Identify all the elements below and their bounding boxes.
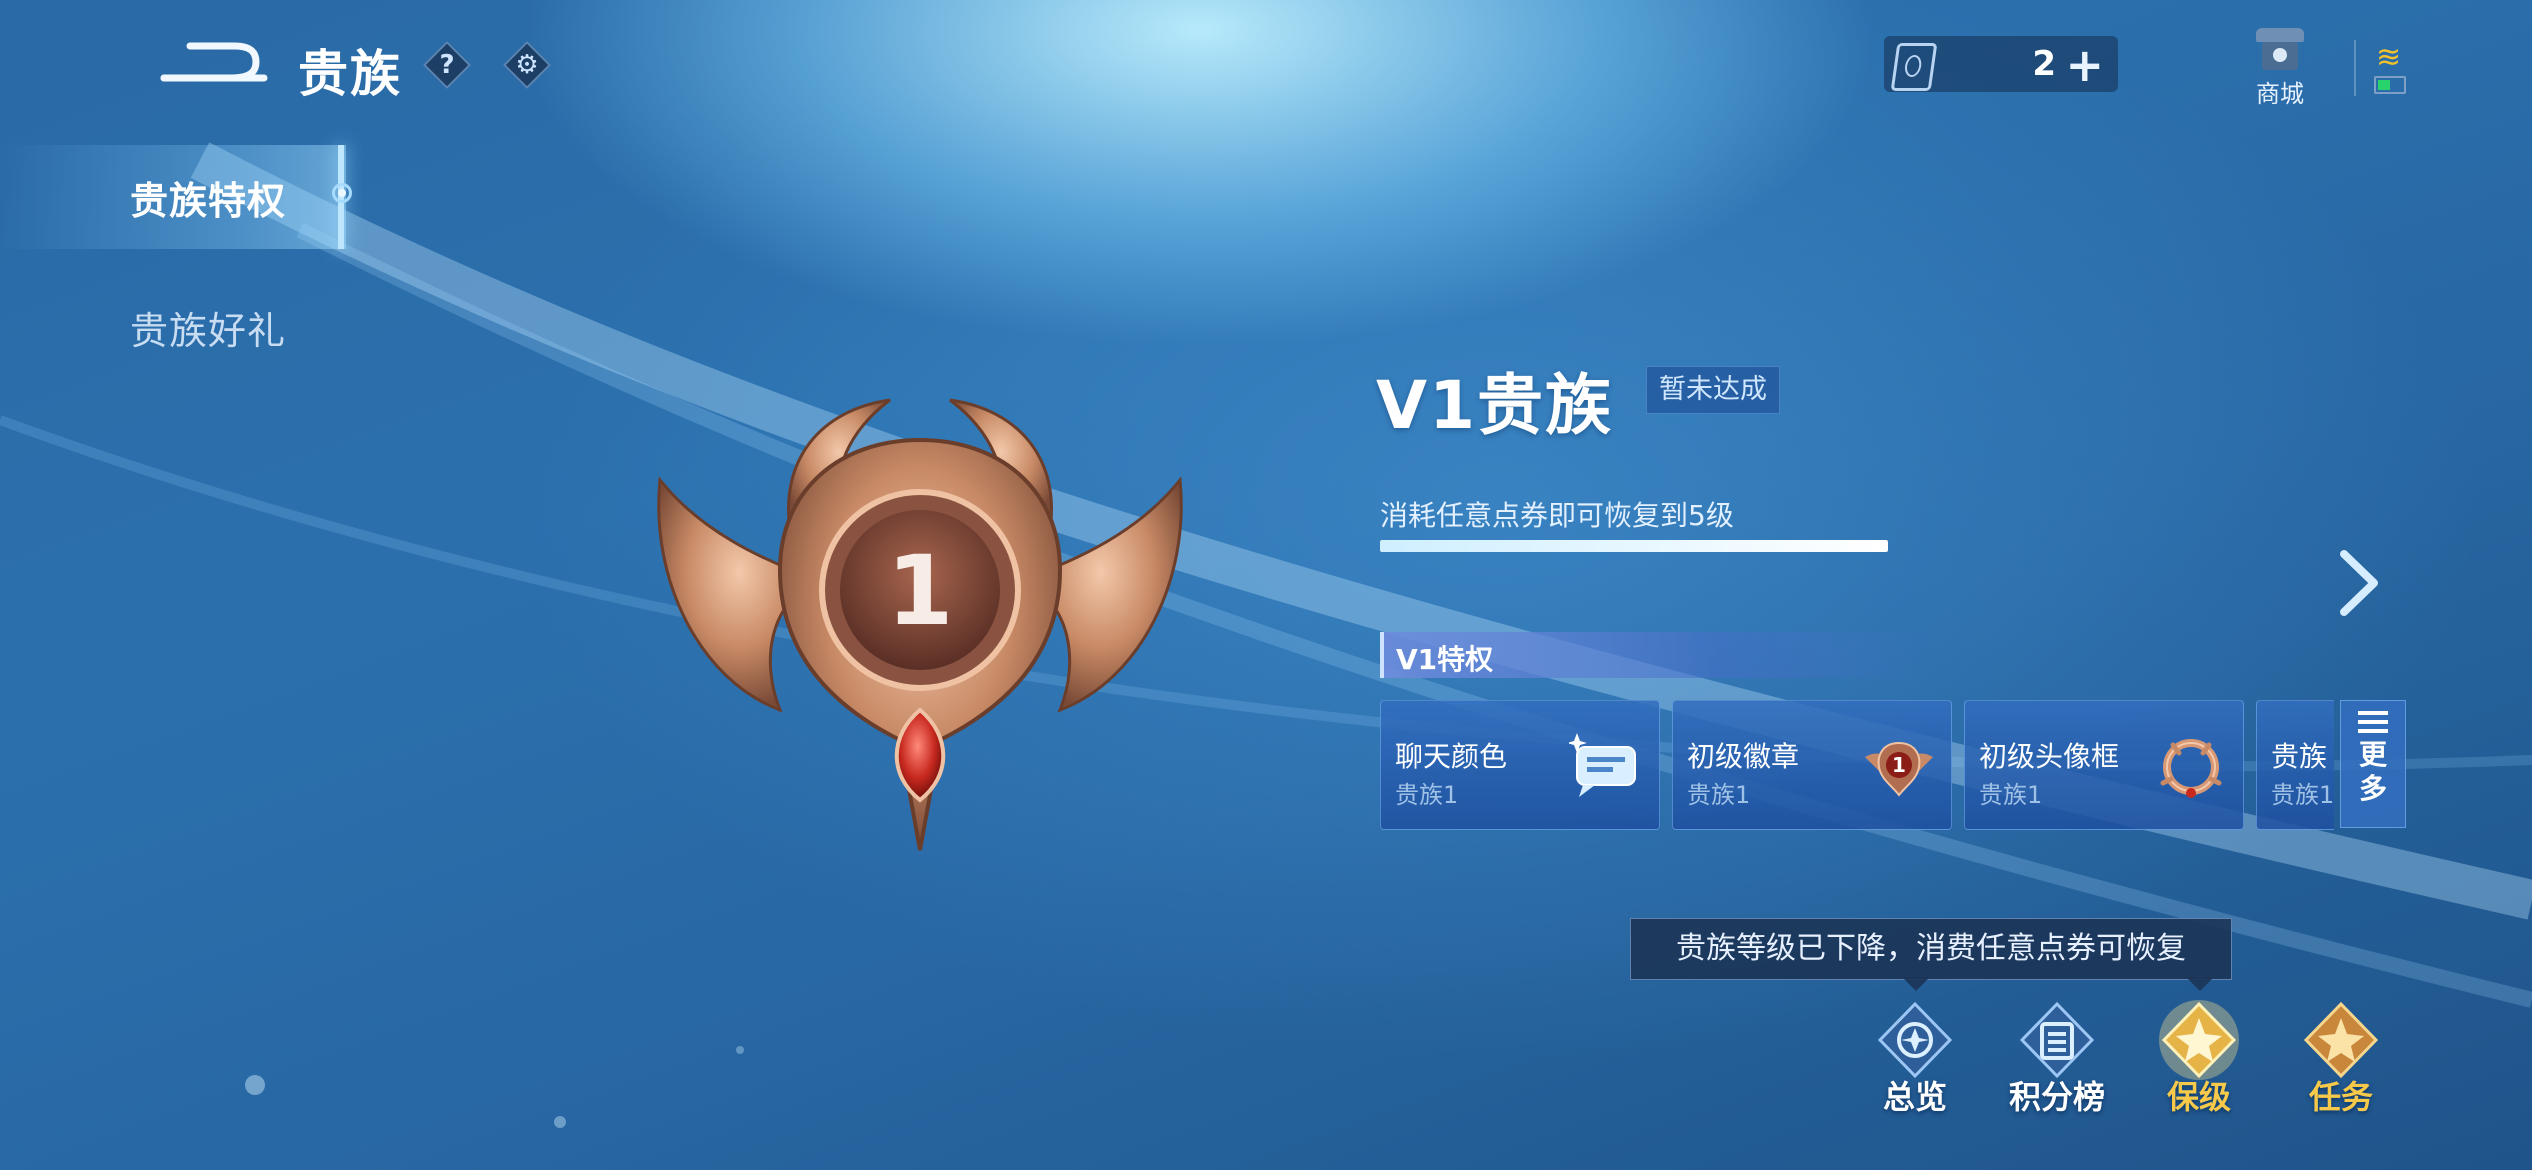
tier-progress-fill	[1380, 540, 1888, 552]
privilege-card-avatar-frame[interactable]: 初级头像框 贵族1	[1964, 700, 2244, 830]
privilege-card-chat-color[interactable]: 聊天颜色 贵族1	[1380, 700, 1660, 830]
more-label-2: 多	[2358, 772, 2387, 805]
more-label-1: 更	[2358, 738, 2387, 771]
tooltip-pointer	[1902, 977, 1930, 991]
sidebar-active-dot	[332, 183, 352, 203]
nav-label: 总览	[1882, 1078, 1947, 1116]
privileges-heading-label: V1特权	[1396, 643, 1494, 676]
privilege-card-sub: 贵族1	[1687, 781, 1751, 809]
badge-icon: 1	[1865, 741, 1933, 797]
more-privileges-button[interactable]: 更 多	[2340, 700, 2406, 828]
help-button[interactable]: ?	[422, 40, 472, 90]
next-tier-button[interactable]	[2334, 548, 2384, 618]
tier-description: 消耗任意点券即可恢复到5级	[1380, 499, 1734, 532]
chat-bubble-icon	[1569, 733, 1636, 797]
status-indicators: ≋	[2354, 40, 2416, 96]
privilege-card-sub: 贵族1	[1395, 781, 1459, 809]
shop-icon	[2256, 28, 2304, 72]
wifi-icon: ≋	[2376, 40, 2402, 75]
privilege-cards: 聊天颜色 贵族1 初级徽章 贵族1 1 初级头像框 贵族1 贵族 贵族1	[1380, 700, 2334, 832]
shop-label: 商城	[2256, 80, 2304, 108]
nav-overview[interactable]: 总览	[1860, 1000, 1970, 1116]
privilege-card-name: 贵族	[2271, 740, 2328, 773]
noble-badge: 1	[657, 398, 1183, 851]
privilege-card-name: 初级徽章	[1687, 740, 1800, 773]
overview-icon	[1877, 1001, 1953, 1079]
leaderboard-icon	[2019, 1001, 2095, 1079]
tier-title: V1贵族	[1376, 367, 1614, 444]
nav-label: 保级	[2166, 1078, 2231, 1116]
privilege-card-name: 聊天颜色	[1395, 740, 1508, 773]
battery-icon	[2374, 76, 2406, 94]
privilege-card-sub: 贵族1	[2271, 781, 2334, 809]
sidebar-item-privileges[interactable]: 贵族特权	[130, 170, 286, 225]
voucher-amount: 2	[2032, 44, 2056, 84]
svg-text:1: 1	[1892, 753, 1906, 777]
privilege-card-partial[interactable]: 贵族 贵族1	[2256, 700, 2334, 830]
list-icon	[2358, 711, 2388, 733]
nav-keep-level[interactable]: 保级	[2144, 1000, 2254, 1116]
tier-progress-bar	[1380, 540, 1888, 552]
privilege-card-sub: 贵族1	[1979, 781, 2043, 809]
tasks-icon	[2303, 1001, 2379, 1079]
privileges-heading: V1特权	[1380, 632, 1940, 678]
tier-status-tag: 暂未达成	[1646, 366, 1780, 414]
privilege-card-name: 初级头像框	[1979, 740, 2120, 773]
avatar-frame-icon	[2160, 739, 2222, 798]
nav-leaderboard[interactable]: 积分榜	[2002, 1000, 2112, 1116]
back-button[interactable]	[160, 38, 270, 88]
page-title: 贵族	[298, 45, 402, 103]
level-drop-tooltip: 贵族等级已下降，消费任意点券可恢复	[1630, 918, 2232, 980]
nav-tasks[interactable]: 任务	[2286, 1000, 2396, 1116]
chevron-right-icon	[2340, 550, 2378, 616]
voucher-currency: 2 +	[1884, 36, 2118, 92]
nav-label: 积分榜	[2008, 1078, 2105, 1116]
badge-level-number: 1	[887, 535, 954, 647]
gear-icon: ⚙	[515, 50, 539, 80]
add-voucher-button[interactable]: +	[2065, 38, 2104, 92]
voucher-icon	[1890, 43, 1938, 91]
tooltip-pointer	[2186, 977, 2214, 991]
sidebar-item-gifts[interactable]: 贵族好礼	[130, 300, 286, 355]
background-streaks	[0, 142, 2532, 1128]
question-icon: ?	[439, 50, 455, 80]
settings-button[interactable]: ⚙	[502, 40, 552, 90]
privilege-card-badge[interactable]: 初级徽章 贵族1 1	[1672, 700, 1952, 830]
nav-label: 任务	[2308, 1078, 2373, 1116]
keep-level-icon	[2159, 1000, 2239, 1080]
shop-button[interactable]: 商城	[2250, 28, 2310, 109]
